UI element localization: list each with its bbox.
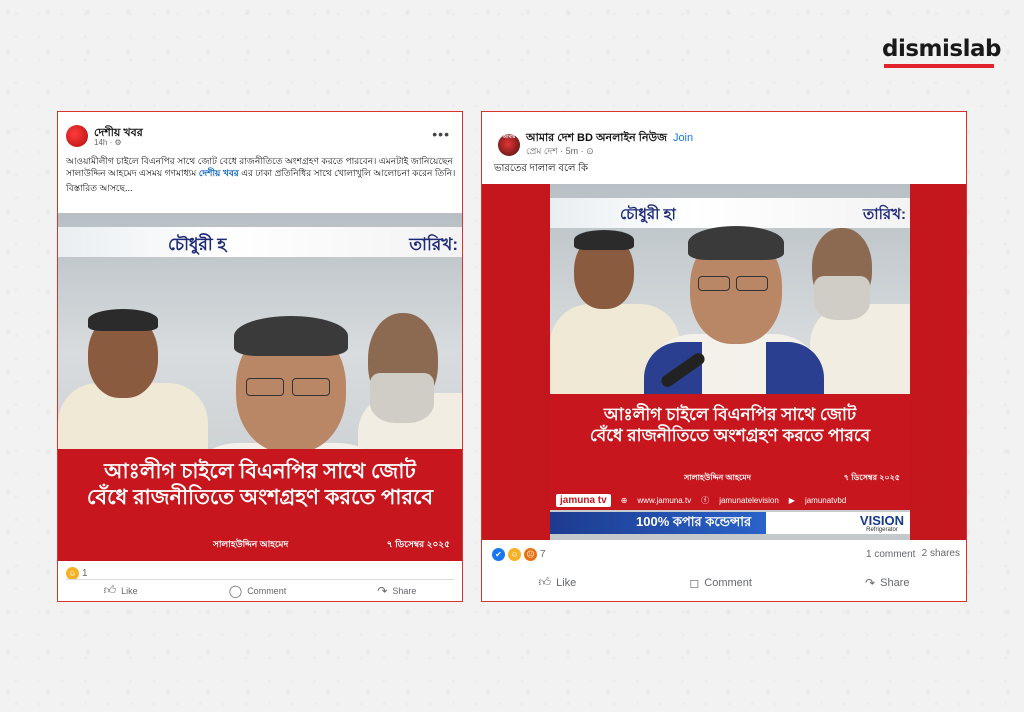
- thumbs-up-icon: 👍︎: [538, 575, 552, 589]
- person-left-hair: [88, 309, 158, 331]
- page-avatar[interactable]: [66, 125, 88, 147]
- headline-line-2: বেঁধে রাজনীতিতে অংশগ্রহণ করতে পারবে: [86, 486, 434, 510]
- speaker-hair: [234, 316, 348, 356]
- image-inner: চৌধুরী হা তারিখ: আঃলীগ চাইলে বিএনপির সাথ…: [550, 184, 910, 540]
- ad-brand-name: VISION: [859, 513, 904, 528]
- comment-button[interactable]: ◻ Comment: [689, 575, 752, 590]
- post-meta[interactable]: প্রেম দেশ · 5m · ⊙: [526, 144, 594, 159]
- glasses-left: [698, 276, 730, 291]
- comment-label: Comment: [247, 585, 287, 596]
- globe-icon: ⊕: [620, 495, 628, 505]
- banner-text: চৌধুরী হ: [168, 235, 227, 254]
- speaker-hair: [688, 226, 784, 260]
- like-label: Like: [556, 576, 577, 589]
- ad-brand: VISION Refrigerator: [860, 514, 904, 533]
- reaction-summary[interactable]: ✔ ☺ ☹ 7: [492, 548, 546, 561]
- headline-line-1: আঃলীগ চাইলে বিএনপির সাথে জোট: [603, 405, 857, 424]
- backdrop-banner: চৌধুরী হা তারিখ:: [550, 198, 910, 228]
- post-image[interactable]: চৌধুরী হা তারিখ: আঃলীগ চাইলে বিএনপির সাথ…: [482, 184, 966, 540]
- thumbs-up-icon: 👍︎: [103, 583, 117, 597]
- post-body: ভারতের দালাল বলে কি: [494, 163, 589, 174]
- right-facebook-post: আমার আমার দেশ BD অনলাইন নিউজ Join প্রেম দ…: [481, 111, 967, 602]
- post-time[interactable]: 14h · ⚙: [94, 138, 122, 147]
- reaction-count: 1: [82, 568, 88, 579]
- backdrop-banner: চৌধুরী হ তারিখ:: [58, 227, 462, 257]
- banner-text-right: তারিখ:: [863, 206, 906, 223]
- glasses-left: [246, 378, 284, 396]
- jamuna-yt: jamunatvbd: [804, 495, 847, 505]
- page-avatar[interactable]: আমার: [498, 134, 520, 156]
- facebook-icon: ⓕ: [701, 495, 710, 505]
- post-text-2: এর ঢাকা প্রতিনিধির সাথে খোলাখুলি আলোচনা …: [238, 168, 456, 179]
- see-more-text: বিস্তারিত আসছে...: [66, 183, 133, 194]
- comment-icon: ◻: [689, 575, 700, 590]
- more-options-icon[interactable]: •••: [432, 126, 450, 142]
- post-actions: 👍︎ Like ◻ Comment ↷ Share: [482, 575, 966, 590]
- dismislab-logo: dismislab: [882, 36, 1001, 62]
- headline-date: ৭ ডিসেম্বর ২০২৫: [843, 473, 900, 482]
- headline-line-2: বেঁধে রাজনীতিতে অংশগ্রহণ করতে পারবে: [589, 426, 871, 446]
- haha-reaction-icon: ☺: [508, 548, 521, 561]
- like-button[interactable]: 👍︎ Like: [539, 575, 577, 590]
- post-header: দেশীয় খবর 14h · ⚙ •••: [58, 112, 462, 148]
- comment-label: Comment: [704, 576, 752, 589]
- post-header: আমার আমার দেশ BD অনলাইন নিউজ Join প্রেম দ…: [482, 112, 966, 156]
- ad-text: 100% কপার কন্ডেন্সার: [636, 513, 752, 529]
- like-reaction-icon: ✔: [492, 548, 505, 561]
- share-button[interactable]: ↷ Share: [865, 575, 909, 590]
- post-image[interactable]: চৌধুরী হ তারিখ: আঃলীগ চাইলে বিএনপির সাথে…: [58, 213, 462, 561]
- headline-date: ৭ ডিসেম্বর ২০২৫: [386, 539, 450, 549]
- comment-icon: ◯: [228, 583, 243, 598]
- share-label: Share: [880, 576, 910, 589]
- post-actions: 👍︎ Like ◯ Comment ↷ Share: [58, 583, 462, 598]
- shares-count[interactable]: 2 shares: [922, 548, 960, 559]
- glasses-right: [292, 378, 330, 396]
- glasses-right: [736, 276, 768, 291]
- jamuna-logo: jamuna tv: [556, 493, 611, 507]
- post-body: আওয়ামীলীগ চাইলে বিএনপির সাথে জোট বেধে র…: [66, 155, 456, 194]
- person-right-beard: [814, 276, 870, 320]
- headline-band: আঃলীগ চাইলে বিএনপির সাথে জোট বেঁধে রাজনী…: [550, 394, 910, 490]
- share-button[interactable]: ↷ Share: [377, 583, 416, 598]
- left-facebook-post: দেশীয় খবর 14h · ⚙ ••• আওয়ামীলীগ চাইলে …: [57, 111, 463, 602]
- ad-brand-sub: Refrigerator: [866, 527, 898, 533]
- person-left-hair: [574, 230, 634, 250]
- person-right-beard: [370, 373, 434, 423]
- speaker-name: সালাহউদ্দিন আহমেদ: [684, 473, 751, 482]
- jamuna-tv-bar: jamuna tv ⊕ www.jamuna.tv ⓕ jamunatelevisi…: [550, 490, 910, 510]
- jamuna-site: www.jamuna.tv: [637, 495, 692, 505]
- youtube-icon: ▶: [788, 495, 795, 505]
- actions-divider: [66, 579, 454, 580]
- comments-count[interactable]: 1 comment: [866, 548, 916, 561]
- share-icon: ↷: [865, 575, 876, 590]
- headline-line-1: আঃলীগ চাইলে বিএনপির সাথে জোট: [104, 460, 416, 483]
- page-mention-link[interactable]: দেশীয় খবর: [199, 168, 239, 178]
- page-name-text: আমার দেশ BD অনলাইন নিউজ: [526, 132, 667, 144]
- comment-button[interactable]: ◯ Comment: [229, 583, 286, 598]
- speaker-name: সালাহউদ্দিন আহমেদ: [213, 539, 289, 549]
- ad-banner: 100% কপার কন্ডেন্সার VISION Refrigerator: [550, 512, 910, 534]
- logo-underline: [884, 64, 994, 68]
- share-label: Share: [392, 585, 417, 596]
- banner-text: চৌধুরী হা: [620, 206, 676, 223]
- join-button[interactable]: Join: [673, 132, 693, 144]
- share-icon: ↷: [377, 583, 388, 598]
- like-label: Like: [121, 585, 138, 596]
- angry-reaction-icon: ☹: [524, 548, 537, 561]
- avatar-text: আমার: [502, 134, 516, 141]
- jamuna-fb: jamunatelevision: [719, 495, 779, 505]
- banner-text-right: তারিখ:: [409, 235, 458, 254]
- reaction-count: 7: [540, 549, 546, 560]
- headline-band: আঃলীগ চাইলে বিএনপির সাথে জোট বেঁধে রাজনী…: [58, 449, 462, 561]
- like-button[interactable]: 👍︎ Like: [104, 583, 138, 598]
